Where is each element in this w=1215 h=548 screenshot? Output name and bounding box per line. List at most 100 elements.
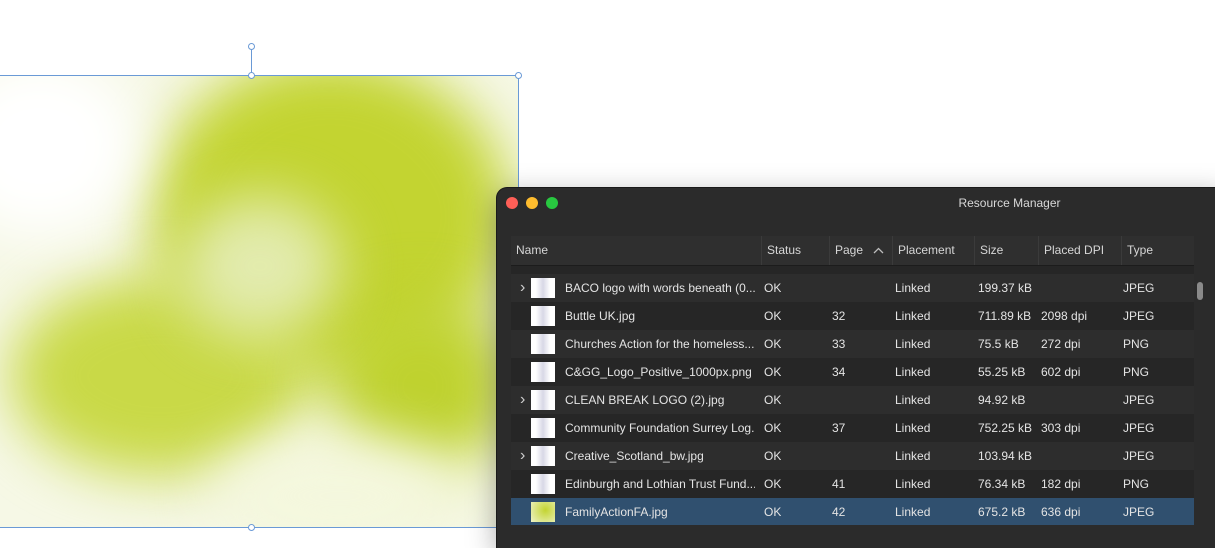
resize-handle-top-right[interactable] bbox=[515, 72, 522, 79]
cell-dpi: 2098 dpi bbox=[1041, 309, 1088, 323]
table-row[interactable]: › CLEAN BREAK LOGO (2).jpg OK Linked 94.92 k… bbox=[511, 386, 1194, 414]
table-row[interactable]: Buttle UK.jpg OK 32 Linked 711.89 kB 2098 dpi… bbox=[511, 302, 1194, 330]
resource-manager-window: Resource Manager Name Status Page Placem… bbox=[497, 188, 1215, 548]
cell-name: Community Foundation Surrey Log... bbox=[565, 421, 755, 435]
cell-page: 37 bbox=[832, 421, 846, 435]
cell-name: Edinburgh and Lothian Trust Fund... bbox=[565, 477, 755, 491]
table-row[interactable]: › BACO logo with words beneath (0... OK Lin… bbox=[511, 274, 1194, 302]
cell-type: JPEG bbox=[1123, 449, 1155, 463]
cell-status: OK bbox=[764, 309, 782, 323]
cell-page: 34 bbox=[832, 365, 846, 379]
cell-status: OK bbox=[764, 421, 782, 435]
buttle-logo-thumbnail bbox=[531, 306, 555, 326]
cell-placement: Linked bbox=[895, 477, 931, 491]
resize-handle-bottom[interactable] bbox=[248, 524, 255, 531]
cell-dpi: 303 dpi bbox=[1041, 421, 1081, 435]
cell-type: JPEG bbox=[1123, 309, 1155, 323]
cell-name: Churches Action for the homeless... bbox=[565, 337, 755, 351]
cell-status: OK bbox=[764, 337, 782, 351]
cell-page: 42 bbox=[832, 505, 846, 519]
cell-name: Creative_Scotland_bw.jpg bbox=[565, 449, 704, 463]
table-row[interactable]: Community Foundation Surrey Log... OK 37 Li… bbox=[511, 414, 1194, 442]
cell-type: JPEG bbox=[1123, 505, 1155, 519]
resource-table: Name Status Page Placement Size Placed D… bbox=[511, 236, 1194, 525]
cell-type: PNG bbox=[1123, 365, 1150, 379]
cell-name: BACO logo with words beneath (0... bbox=[565, 281, 755, 295]
creative-scotland-thumbnail bbox=[531, 446, 555, 466]
cell-dpi: 602 dpi bbox=[1041, 365, 1081, 379]
cgg-logo-thumbnail bbox=[531, 362, 555, 382]
table-row[interactable]: FamilyActionFA.jpg OK 42 Linked 675.2 kB 636 … bbox=[511, 498, 1194, 525]
edinburgh-trust-thumbnail bbox=[531, 474, 555, 494]
table-row[interactable]: › Creative_Scotland_bw.jpg OK Linked 103.94 … bbox=[511, 442, 1194, 470]
cell-dpi: 182 dpi bbox=[1041, 477, 1081, 491]
cell-size: 199.37 kB bbox=[978, 281, 1033, 295]
cell-size: 103.94 kB bbox=[978, 449, 1033, 463]
cell-placement: Linked bbox=[895, 365, 931, 379]
cell-dpi: 636 dpi bbox=[1041, 505, 1081, 519]
cell-size: 76.34 kB bbox=[978, 477, 1026, 491]
chevron-right-icon[interactable]: › bbox=[520, 274, 525, 302]
cell-placement: Linked bbox=[895, 309, 931, 323]
cell-status: OK bbox=[764, 449, 782, 463]
cell-placement: Linked bbox=[895, 449, 931, 463]
cell-status: OK bbox=[764, 393, 782, 407]
cell-size: 75.5 kB bbox=[978, 337, 1019, 351]
cell-dpi: 272 dpi bbox=[1041, 337, 1081, 351]
baco-logo-thumbnail bbox=[531, 278, 555, 298]
cell-size: 675.2 kB bbox=[978, 505, 1026, 519]
placed-image-family-action[interactable] bbox=[0, 76, 519, 528]
table-header: Name Status Page Placement Size Placed D… bbox=[511, 236, 1194, 266]
cell-page: 41 bbox=[832, 477, 846, 491]
column-header-placement[interactable]: Placement bbox=[893, 236, 975, 265]
cell-placement: Linked bbox=[895, 337, 931, 351]
chevron-right-icon[interactable]: › bbox=[520, 442, 525, 470]
column-header-page-label: Page bbox=[835, 243, 864, 257]
cell-name: CLEAN BREAK LOGO (2).jpg bbox=[565, 393, 725, 407]
cell-type: JPEG bbox=[1123, 393, 1155, 407]
column-header-status[interactable]: Status bbox=[762, 236, 830, 265]
cell-name: FamilyActionFA.jpg bbox=[565, 505, 668, 519]
cell-status: OK bbox=[764, 477, 782, 491]
cell-name: Buttle UK.jpg bbox=[565, 309, 636, 323]
image-blob bbox=[180, 196, 340, 336]
cell-placement: Linked bbox=[895, 421, 931, 435]
title-bar[interactable]: Resource Manager bbox=[497, 188, 1215, 218]
vertical-scrollbar[interactable] bbox=[1197, 282, 1203, 300]
resize-handle-top[interactable] bbox=[248, 72, 255, 79]
image-blob bbox=[0, 76, 140, 236]
table-row[interactable]: Edinburgh and Lothian Trust Fund... OK 41 L… bbox=[511, 470, 1194, 498]
cell-size: 94.92 kB bbox=[978, 393, 1026, 407]
rotation-handle[interactable] bbox=[248, 43, 255, 50]
family-action-thumbnail bbox=[531, 502, 555, 522]
cell-placement: Linked bbox=[895, 393, 931, 407]
table-body[interactable]: › BACO logo with words beneath (0... OK Lin… bbox=[511, 266, 1194, 525]
selection-top-edge bbox=[0, 75, 519, 76]
community-foundation-thumbnail bbox=[531, 418, 555, 438]
column-header-size[interactable]: Size bbox=[975, 236, 1039, 265]
chevron-right-icon[interactable]: › bbox=[520, 386, 525, 414]
cell-size: 55.25 kB bbox=[978, 365, 1026, 379]
churches-logo-thumbnail bbox=[531, 334, 555, 354]
table-row[interactable]: C&GG_Logo_Positive_1000px.png OK 34 Linked 5… bbox=[511, 358, 1194, 386]
cell-type: JPEG bbox=[1123, 421, 1155, 435]
cell-size: 752.25 kB bbox=[978, 421, 1033, 435]
column-header-placed-dpi[interactable]: Placed DPI bbox=[1039, 236, 1122, 265]
cell-placement: Linked bbox=[895, 505, 931, 519]
cell-page: 33 bbox=[832, 337, 846, 351]
cell-status: OK bbox=[764, 281, 782, 295]
clean-break-logo-thumbnail bbox=[531, 390, 555, 410]
cell-type: JPEG bbox=[1123, 281, 1155, 295]
table-row-partial bbox=[511, 266, 1194, 274]
cell-type: PNG bbox=[1123, 477, 1150, 491]
window-title: Resource Manager bbox=[958, 196, 1061, 210]
cell-type: PNG bbox=[1123, 337, 1150, 351]
cell-page: 32 bbox=[832, 309, 846, 323]
cell-status: OK bbox=[764, 365, 782, 379]
cell-placement: Linked bbox=[895, 281, 931, 295]
column-header-name[interactable]: Name bbox=[511, 236, 762, 265]
column-header-type[interactable]: Type bbox=[1122, 236, 1194, 265]
table-row[interactable]: Churches Action for the homeless... OK 33 L… bbox=[511, 330, 1194, 358]
chevron-up-icon bbox=[873, 236, 884, 268]
cell-status: OK bbox=[764, 505, 782, 519]
